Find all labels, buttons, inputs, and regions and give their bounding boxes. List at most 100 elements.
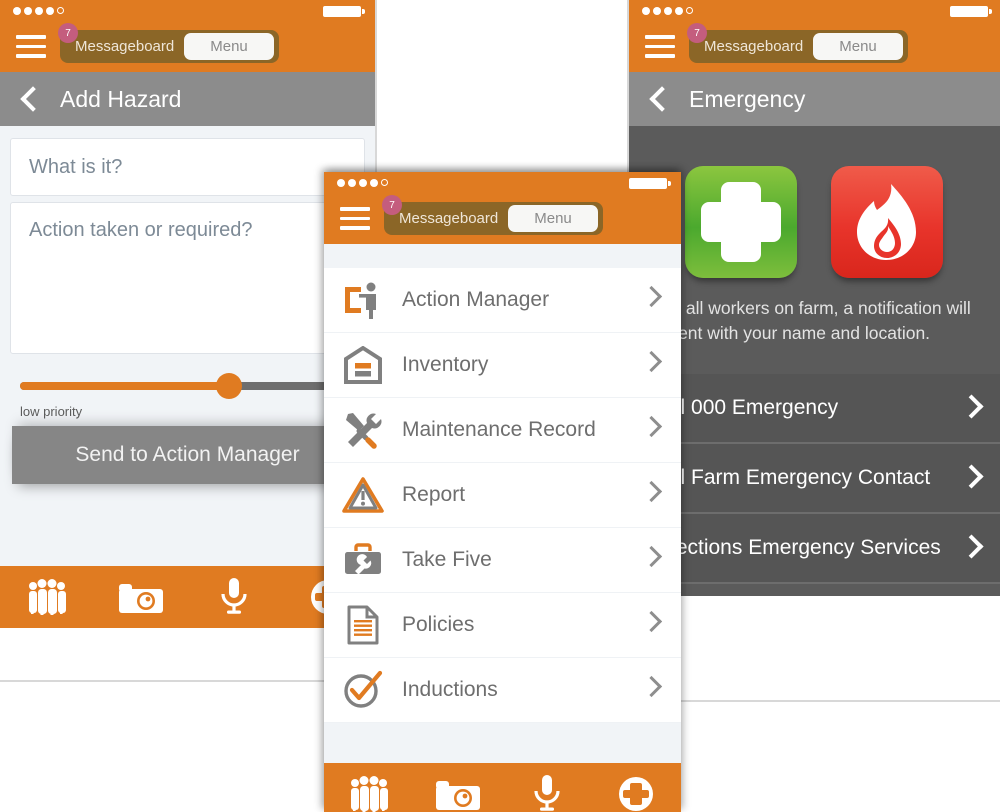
chevron-right-icon bbox=[640, 480, 663, 503]
chevron-right-icon bbox=[959, 394, 984, 419]
check-circle-icon bbox=[324, 670, 402, 710]
menu-item-label: Take Five bbox=[402, 548, 492, 571]
send-to-action-manager-button[interactable]: Send to Action Manager bbox=[12, 426, 363, 484]
priority-slider[interactable] bbox=[20, 373, 355, 399]
tab-camera[interactable] bbox=[413, 777, 502, 811]
fire-alert-tile[interactable] bbox=[831, 166, 943, 278]
message-badge: 7 bbox=[58, 23, 78, 43]
phone-emergency: 7 Messageboard Menu Emergency Alert all … bbox=[627, 0, 1000, 702]
inventory-barn-icon bbox=[324, 346, 402, 384]
warning-triangle-icon bbox=[324, 476, 402, 514]
menu-item-policies[interactable]: Policies bbox=[324, 593, 681, 658]
status-bar bbox=[629, 0, 1000, 22]
emergency-tiles bbox=[629, 126, 1000, 278]
back-chevron-icon[interactable] bbox=[20, 86, 46, 112]
hamburger-menu-icon[interactable] bbox=[340, 207, 370, 231]
list-gap bbox=[629, 584, 1000, 596]
menu-item-inductions[interactable]: Inductions bbox=[324, 658, 681, 723]
microphone-icon bbox=[533, 775, 561, 812]
page-title: Add Hazard bbox=[60, 85, 182, 112]
medical-cross-icon bbox=[701, 182, 781, 262]
emergency-body: Alert all workers on farm, a notificatio… bbox=[629, 126, 1000, 596]
chevron-right-icon bbox=[640, 610, 663, 633]
menu-item-label: Report bbox=[402, 483, 466, 506]
nav-bar: 7 Messageboard Menu bbox=[324, 194, 681, 244]
emergency-list: Call 000 Emergency Call Farm Emergency C… bbox=[629, 374, 1000, 596]
message-badge: 7 bbox=[382, 195, 402, 215]
battery-icon bbox=[323, 6, 365, 17]
emergency-plus-icon bbox=[618, 776, 654, 812]
message-badge: 7 bbox=[687, 23, 707, 43]
slider-knob[interactable] bbox=[215, 373, 242, 399]
what-is-it-input[interactable]: What is it? bbox=[10, 138, 365, 196]
status-bar bbox=[324, 172, 681, 194]
page-title: Emergency bbox=[689, 85, 806, 112]
microphone-icon bbox=[220, 578, 248, 616]
tab-people[interactable] bbox=[0, 579, 94, 615]
status-bar bbox=[0, 0, 375, 22]
fire-flame-icon bbox=[857, 184, 916, 260]
phone-add-hazard: 7 Messageboard Menu Add Hazard What is i… bbox=[0, 0, 377, 682]
tab-bar bbox=[324, 763, 681, 812]
hamburger-menu-icon[interactable] bbox=[645, 35, 675, 59]
segment-menu[interactable]: Menu bbox=[813, 33, 903, 60]
menu-list: Action Manager Inventory Maintenance Rec… bbox=[324, 268, 681, 723]
camera-icon bbox=[435, 777, 481, 811]
camera-icon bbox=[118, 580, 164, 614]
tab-camera[interactable] bbox=[94, 580, 188, 614]
hazard-form: What is it? Action taken or required? lo… bbox=[0, 126, 375, 566]
signal-dots-icon bbox=[13, 7, 65, 15]
tab-people[interactable] bbox=[324, 776, 413, 812]
tab-microphone[interactable] bbox=[188, 578, 282, 616]
battery-icon bbox=[629, 178, 671, 189]
menu-item-maintenance-record[interactable]: Maintenance Record bbox=[324, 398, 681, 463]
list-item[interactable]: Directions Emergency Services bbox=[629, 514, 1000, 584]
toolbox-icon bbox=[324, 541, 402, 579]
chevron-right-icon bbox=[959, 534, 984, 559]
segmented-control: Messageboard Menu bbox=[384, 202, 603, 235]
slider-fill bbox=[20, 382, 228, 390]
menu-item-label: Inductions bbox=[402, 678, 498, 701]
back-chevron-icon[interactable] bbox=[649, 86, 675, 112]
chevron-right-icon bbox=[640, 350, 663, 373]
phone-menu: 7 Messageboard Menu Action Manager Inven… bbox=[324, 172, 681, 812]
segment-messageboard[interactable]: Messageboard bbox=[65, 38, 184, 55]
medical-alert-tile[interactable] bbox=[685, 166, 797, 278]
list-item[interactable]: Call 000 Emergency bbox=[629, 374, 1000, 444]
priority-slider-wrap: low priority bbox=[10, 373, 365, 419]
action-manager-icon bbox=[324, 281, 402, 319]
sub-header: Add Hazard bbox=[0, 72, 375, 126]
chevron-right-icon bbox=[640, 675, 663, 698]
menu-item-inventory[interactable]: Inventory bbox=[324, 333, 681, 398]
menu-item-label: Policies bbox=[402, 613, 475, 636]
chevron-right-icon bbox=[640, 545, 663, 568]
people-group-icon bbox=[24, 579, 70, 615]
chevron-right-icon bbox=[640, 415, 663, 438]
menu-top-spacer bbox=[324, 244, 681, 268]
menu-bottom-spacer bbox=[324, 723, 681, 763]
segment-menu[interactable]: Menu bbox=[508, 205, 598, 232]
menu-item-action-manager[interactable]: Action Manager bbox=[324, 268, 681, 333]
battery-icon bbox=[950, 6, 992, 17]
menu-item-report[interactable]: Report bbox=[324, 463, 681, 528]
segment-messageboard[interactable]: Messageboard bbox=[694, 38, 813, 55]
nav-bar: 7 Messageboard Menu bbox=[629, 22, 1000, 72]
tab-microphone[interactable] bbox=[503, 775, 592, 812]
people-group-icon bbox=[346, 776, 392, 812]
hamburger-menu-icon[interactable] bbox=[16, 35, 46, 59]
segment-messageboard[interactable]: Messageboard bbox=[389, 210, 508, 227]
list-item[interactable]: Call Farm Emergency Contact bbox=[629, 444, 1000, 514]
emergency-description: Alert all workers on farm, a notificatio… bbox=[645, 298, 971, 344]
signal-dots-icon bbox=[642, 7, 694, 15]
signal-dots-icon bbox=[337, 179, 389, 187]
menu-item-label: Inventory bbox=[402, 353, 489, 376]
segmented-control: Messageboard Menu bbox=[60, 30, 279, 63]
tab-emergency[interactable] bbox=[592, 776, 681, 812]
action-taken-input[interactable]: Action taken or required? bbox=[10, 202, 365, 354]
segment-menu[interactable]: Menu bbox=[184, 33, 274, 60]
chevron-right-icon bbox=[640, 285, 663, 308]
tab-bar bbox=[0, 566, 375, 628]
nav-bar: 7 Messageboard Menu bbox=[0, 22, 375, 72]
menu-item-take-five[interactable]: Take Five bbox=[324, 528, 681, 593]
sub-header: Emergency bbox=[629, 72, 1000, 126]
